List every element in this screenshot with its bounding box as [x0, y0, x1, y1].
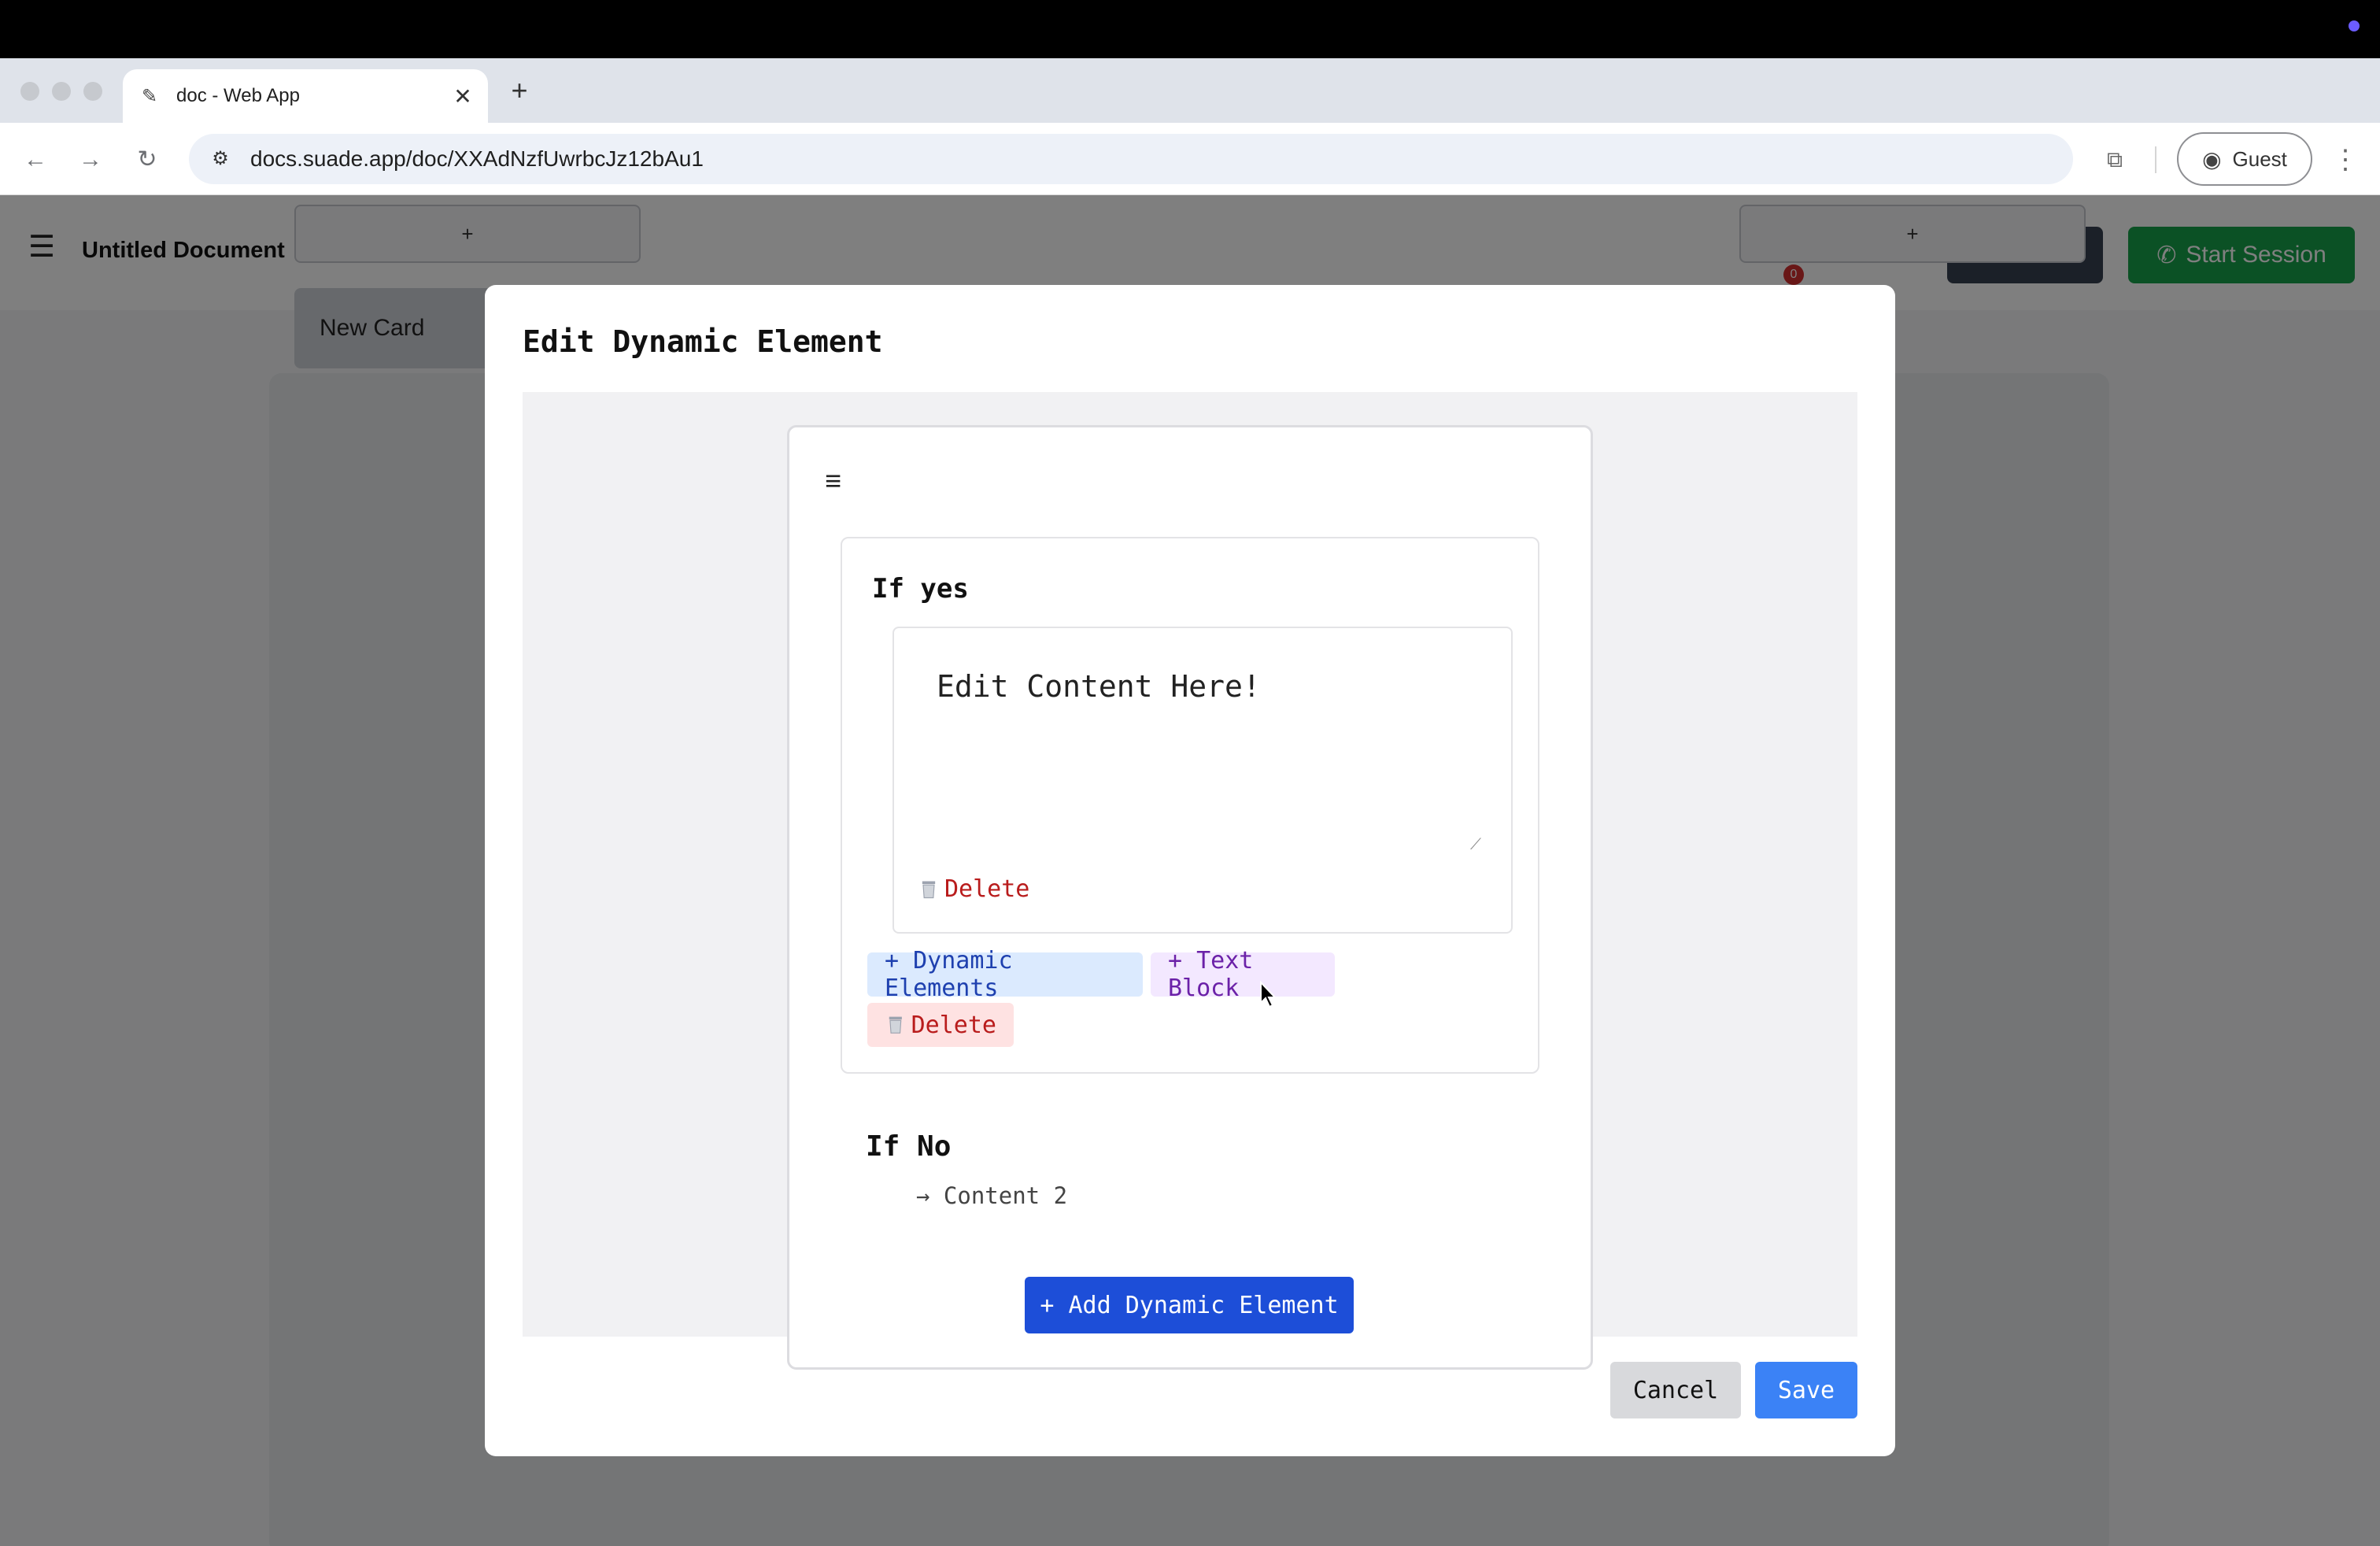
window-zoom-button[interactable] [83, 82, 102, 101]
trash-icon [922, 881, 936, 898]
window-minimize-button[interactable] [52, 82, 71, 101]
tab-title: doc - Web App [176, 85, 300, 106]
site-info-icon[interactable]: ⚙ [200, 139, 241, 179]
branch-delete-button[interactable]: Delete [867, 1003, 1014, 1047]
os-menu-bar [0, 0, 2380, 58]
address-bar[interactable]: ⚙ docs.suade.app/doc/XXAdNzfUwrbcJz12bAu… [189, 134, 2073, 184]
if-yes-heading: If yes [872, 573, 969, 605]
profile-avatar-icon: ◉ [2202, 146, 2222, 172]
browser-tab[interactable]: ✎ doc - Web App ✕ [123, 69, 488, 123]
content-text[interactable]: Edit Content Here! [937, 669, 1261, 704]
forward-arrow-icon[interactable]: → [71, 140, 110, 179]
reload-icon[interactable]: ↻ [128, 140, 167, 179]
modal-title: Edit Dynamic Element [523, 324, 883, 359]
delete-label: Delete [944, 875, 1030, 903]
new-tab-button[interactable]: + [504, 71, 535, 110]
url-text[interactable]: docs.suade.app/doc/XXAdNzfUwrbcJz12bAu1 [250, 146, 704, 172]
if-no-content-item[interactable]: → Content 2 [916, 1182, 1067, 1209]
text-block-delete-button[interactable]: Delete [918, 875, 1029, 903]
mouse-cursor-icon [1260, 981, 1277, 1008]
tab-close-icon[interactable]: ✕ [447, 83, 479, 109]
window-close-button[interactable] [20, 82, 39, 101]
profile-button[interactable]: ◉ Guest [2177, 132, 2312, 186]
add-text-block-chip[interactable]: + Text Block [1151, 947, 1335, 1002]
add-dynamic-element-button[interactable]: + Add Dynamic Element [1025, 1277, 1354, 1333]
drag-menu-icon[interactable]: ≡ [825, 464, 841, 497]
delete-label: Delete [911, 1011, 996, 1039]
toolbar-divider [2155, 146, 2156, 173]
tab-favicon-icon: ✎ [142, 85, 158, 107]
back-arrow-icon[interactable]: ← [16, 140, 55, 179]
status-dot [2349, 20, 2360, 31]
profile-label: Guest [2232, 146, 2287, 171]
if-no-heading: If No [866, 1130, 952, 1163]
cast-search-icon[interactable]: ⧉ [2097, 142, 2133, 178]
resize-grip-icon[interactable]: ⟋ [1470, 836, 1488, 853]
add-dynamic-elements-chip[interactable]: + Dynamic Elements [867, 947, 1143, 1002]
cancel-button[interactable]: Cancel [1610, 1362, 1741, 1418]
browser-menu-icon[interactable]: ⋮ [2330, 140, 2361, 179]
trash-icon [889, 1016, 902, 1034]
save-button[interactable]: Save [1755, 1362, 1857, 1418]
